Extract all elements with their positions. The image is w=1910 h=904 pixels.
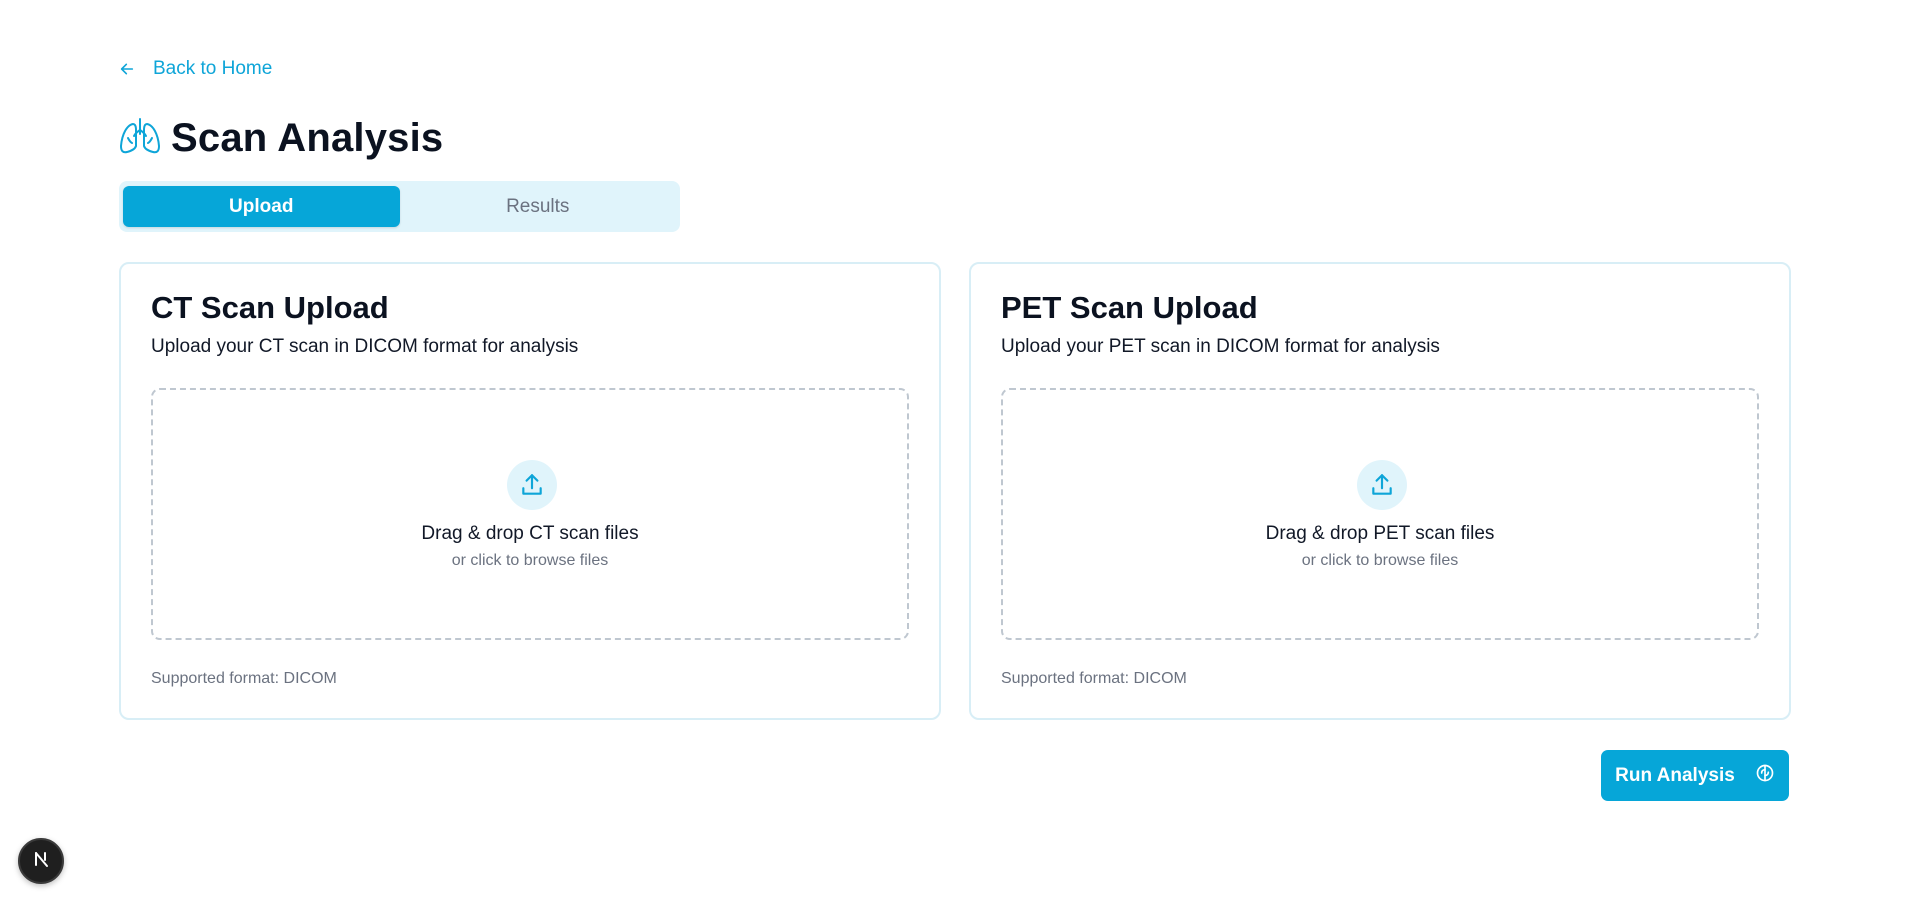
pet-card-description: Upload your PET scan in DICOM format for… <box>1001 336 1440 357</box>
pet-drop-subtitle: or click to browse files <box>1301 552 1459 569</box>
pet-dropzone[interactable]: Drag & drop PET scan files or click to b… <box>1001 388 1759 640</box>
ct-card-title: CT Scan Upload <box>151 290 389 325</box>
ct-card-description: Upload your CT scan in DICOM format for … <box>151 336 579 357</box>
nextjs-logo-icon <box>30 848 52 875</box>
back-to-home-link[interactable]: Back to Home <box>119 58 272 80</box>
upload-icon <box>507 460 557 510</box>
tab-list: Upload Results <box>119 181 680 232</box>
nextjs-dev-indicator[interactable] <box>18 838 64 884</box>
page-title: Scan Analysis <box>171 116 444 160</box>
upload-icon <box>1357 460 1407 510</box>
ct-scan-upload-card: CT Scan Upload Upload your CT scan in DI… <box>119 262 941 720</box>
pet-drop-title: Drag & drop PET scan files <box>1265 523 1495 544</box>
ct-supported-format: Supported format: DICOM <box>151 670 337 687</box>
ct-drop-subtitle: or click to browse files <box>451 552 609 569</box>
arrow-left-icon <box>119 61 135 77</box>
pet-card-title: PET Scan Upload <box>1001 290 1258 325</box>
pet-scan-upload-card: PET Scan Upload Upload your PET scan in … <box>969 262 1791 720</box>
page-root: Back to Home Scan Analysis Upload Result… <box>0 0 1910 904</box>
run-analysis-button[interactable]: Run Analysis <box>1601 750 1789 801</box>
tab-upload[interactable]: Upload <box>123 186 400 227</box>
back-link-label: Back to Home <box>153 58 273 79</box>
run-analysis-label: Run Analysis <box>1615 764 1735 786</box>
ct-dropzone[interactable]: Drag & drop CT scan files or click to br… <box>151 388 909 640</box>
page-header: Scan Analysis <box>119 116 443 161</box>
brain-icon <box>1755 763 1775 789</box>
lungs-icon <box>119 116 161 161</box>
ct-drop-title: Drag & drop CT scan files <box>421 523 639 544</box>
tab-results[interactable]: Results <box>400 186 677 227</box>
pet-supported-format: Supported format: DICOM <box>1001 670 1187 687</box>
